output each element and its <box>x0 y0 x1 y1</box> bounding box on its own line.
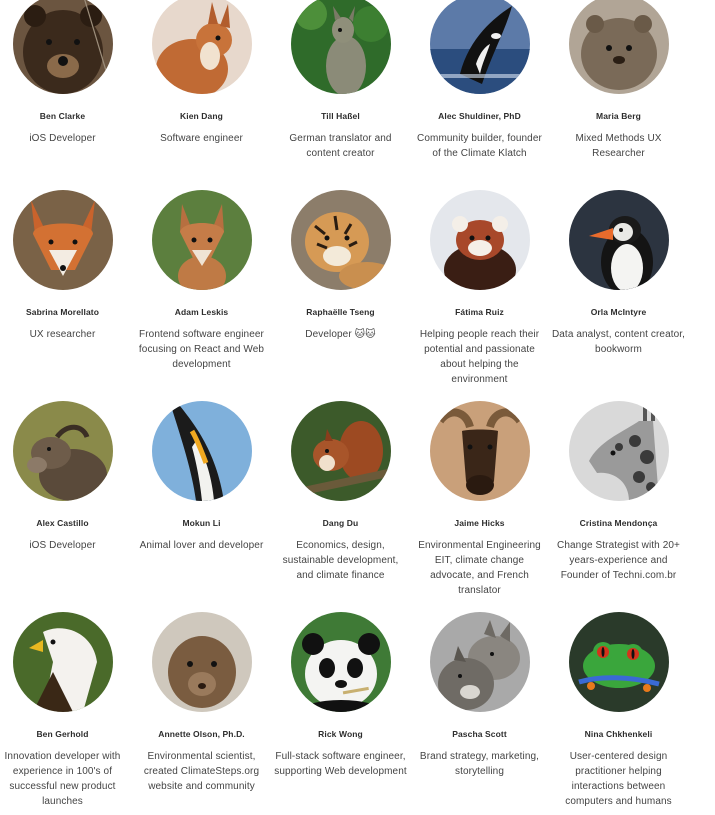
person-name[interactable]: Ben Gerhold <box>0 729 132 740</box>
person-card: Till Haßel German translator and content… <box>271 0 410 161</box>
person-role: Software engineer <box>160 133 243 144</box>
penguin-avatar[interactable] <box>151 401 252 501</box>
person-role: Environmental Engineering EIT, climate c… <box>418 540 541 596</box>
person-role: Animal lover and developer <box>139 540 264 551</box>
person-card: Annette Olson, Ph.D. Environmental scien… <box>132 612 271 794</box>
person-name[interactable]: Orla McIntyre <box>549 307 688 318</box>
orca-avatar[interactable] <box>429 0 530 94</box>
tree-frog-avatar[interactable] <box>568 612 669 712</box>
puffin-avatar[interactable] <box>568 190 669 290</box>
panda-avatar[interactable] <box>290 612 391 712</box>
person-role: Innovation developer with experience in … <box>4 751 121 807</box>
person-card: Nina Chkhenkeli User-centered design pra… <box>549 612 688 809</box>
eagle-avatar[interactable] <box>12 612 113 712</box>
person-card: Sabrina Morellato UX researcher <box>0 190 132 342</box>
person-role: Helping people reach their potential and… <box>419 329 540 385</box>
wolves-avatar[interactable] <box>429 612 530 712</box>
person-card: Maria Berg Mixed Methods UX Researcher <box>549 0 688 161</box>
person-card: Alec Shuldiner, PhD Community builder, f… <box>410 0 549 161</box>
person-role: German translator and content creator <box>289 133 392 159</box>
person-name[interactable]: Jaime Hicks <box>410 518 549 529</box>
person-card: Jaime Hicks Environmental Engineering EI… <box>410 401 549 598</box>
person-name[interactable]: Rick Wong <box>271 729 410 740</box>
person-card: Pascha Scott Brand strategy, marketing, … <box>410 612 549 779</box>
person-name[interactable]: Raphaëlle Tseng <box>271 307 410 318</box>
person-card: Kien Dang Software engineer <box>132 0 271 146</box>
person-name[interactable]: Ben Clarke <box>0 111 132 122</box>
person-role: Environmental scientist, created Climate… <box>143 751 260 792</box>
squirrel-eating-avatar[interactable] <box>290 401 391 501</box>
quokka-avatar[interactable] <box>568 0 669 94</box>
person-name[interactable]: Alec Shuldiner, PhD <box>410 111 549 122</box>
person-role: Mixed Methods UX Researcher <box>575 133 662 159</box>
person-role: Developer 🐱🐱 <box>305 329 376 340</box>
person-role: Community builder, founder of the Climat… <box>417 133 542 159</box>
person-role: Brand strategy, marketing, storytelling <box>419 751 540 777</box>
person-role: Economics, design, sustainable developme… <box>282 540 399 581</box>
person-card: Mokun Li Animal lover and developer <box>132 401 271 553</box>
person-card: Ben Clarke iOS Developer <box>0 0 132 146</box>
person-name[interactable]: Mokun Li <box>132 518 271 529</box>
person-name[interactable]: Pascha Scott <box>410 729 549 740</box>
person-role: Full-stack software engineer, supporting… <box>274 751 407 777</box>
giraffe-avatar[interactable] <box>568 401 669 501</box>
person-card: Fátima Ruiz Helping people reach their p… <box>410 190 549 387</box>
person-name[interactable]: Nina Chkhenkeli <box>549 729 688 740</box>
moose-avatar[interactable] <box>429 401 530 501</box>
team-grid: Ben Clarke iOS Developer Kien Dang Softw… <box>0 0 715 815</box>
person-card: Raphaëlle Tseng Developer 🐱🐱 <box>271 190 410 342</box>
person-role: Change Strategist with 20+ years-experie… <box>557 540 680 581</box>
person-card: Orla McIntyre Data analyst, content crea… <box>549 190 688 357</box>
person-name[interactable]: Alex Castillo <box>0 518 132 529</box>
bear-avatar[interactable] <box>12 0 113 94</box>
wallaby-avatar[interactable] <box>290 0 391 94</box>
person-card: Ben Gerhold Innovation developer with ex… <box>0 612 132 809</box>
person-role: Frontend software engineer focusing on R… <box>138 329 265 370</box>
squirrel-avatar[interactable] <box>151 0 252 94</box>
person-name[interactable]: Till Haßel <box>271 111 410 122</box>
fox-avatar[interactable] <box>151 190 252 290</box>
person-card: Alex Castillo iOS Developer <box>0 401 132 553</box>
person-card: Cristina Mendonça Change Strategist with… <box>549 401 688 583</box>
person-card: Adam Leskis Frontend software engineer f… <box>132 190 271 372</box>
person-role: User-centered design practitioner helpin… <box>565 751 672 807</box>
person-role: iOS Developer <box>29 133 96 144</box>
mongoose-avatar[interactable] <box>151 612 252 712</box>
person-card: Rick Wong Full-stack software engineer, … <box>271 612 410 779</box>
person-name[interactable]: Maria Berg <box>549 111 688 122</box>
person-name[interactable]: Kien Dang <box>132 111 271 122</box>
person-card: Dang Du Economics, design, sustainable d… <box>271 401 410 583</box>
person-name[interactable]: Cristina Mendonça <box>549 518 688 529</box>
tiger-cub-avatar[interactable] <box>290 190 391 290</box>
red-fox-avatar[interactable] <box>12 190 113 290</box>
person-name[interactable]: Sabrina Morellato <box>0 307 132 318</box>
person-name[interactable]: Adam Leskis <box>132 307 271 318</box>
person-role: UX researcher <box>29 329 96 340</box>
person-name[interactable]: Fátima Ruiz <box>410 307 549 318</box>
red-panda-avatar[interactable] <box>429 190 530 290</box>
person-name[interactable]: Annette Olson, Ph.D. <box>132 729 271 740</box>
goat-avatar[interactable] <box>12 401 113 501</box>
person-role: Data analyst, content creator, bookworm <box>551 329 686 355</box>
person-name[interactable]: Dang Du <box>271 518 410 529</box>
person-role: iOS Developer <box>29 540 96 551</box>
